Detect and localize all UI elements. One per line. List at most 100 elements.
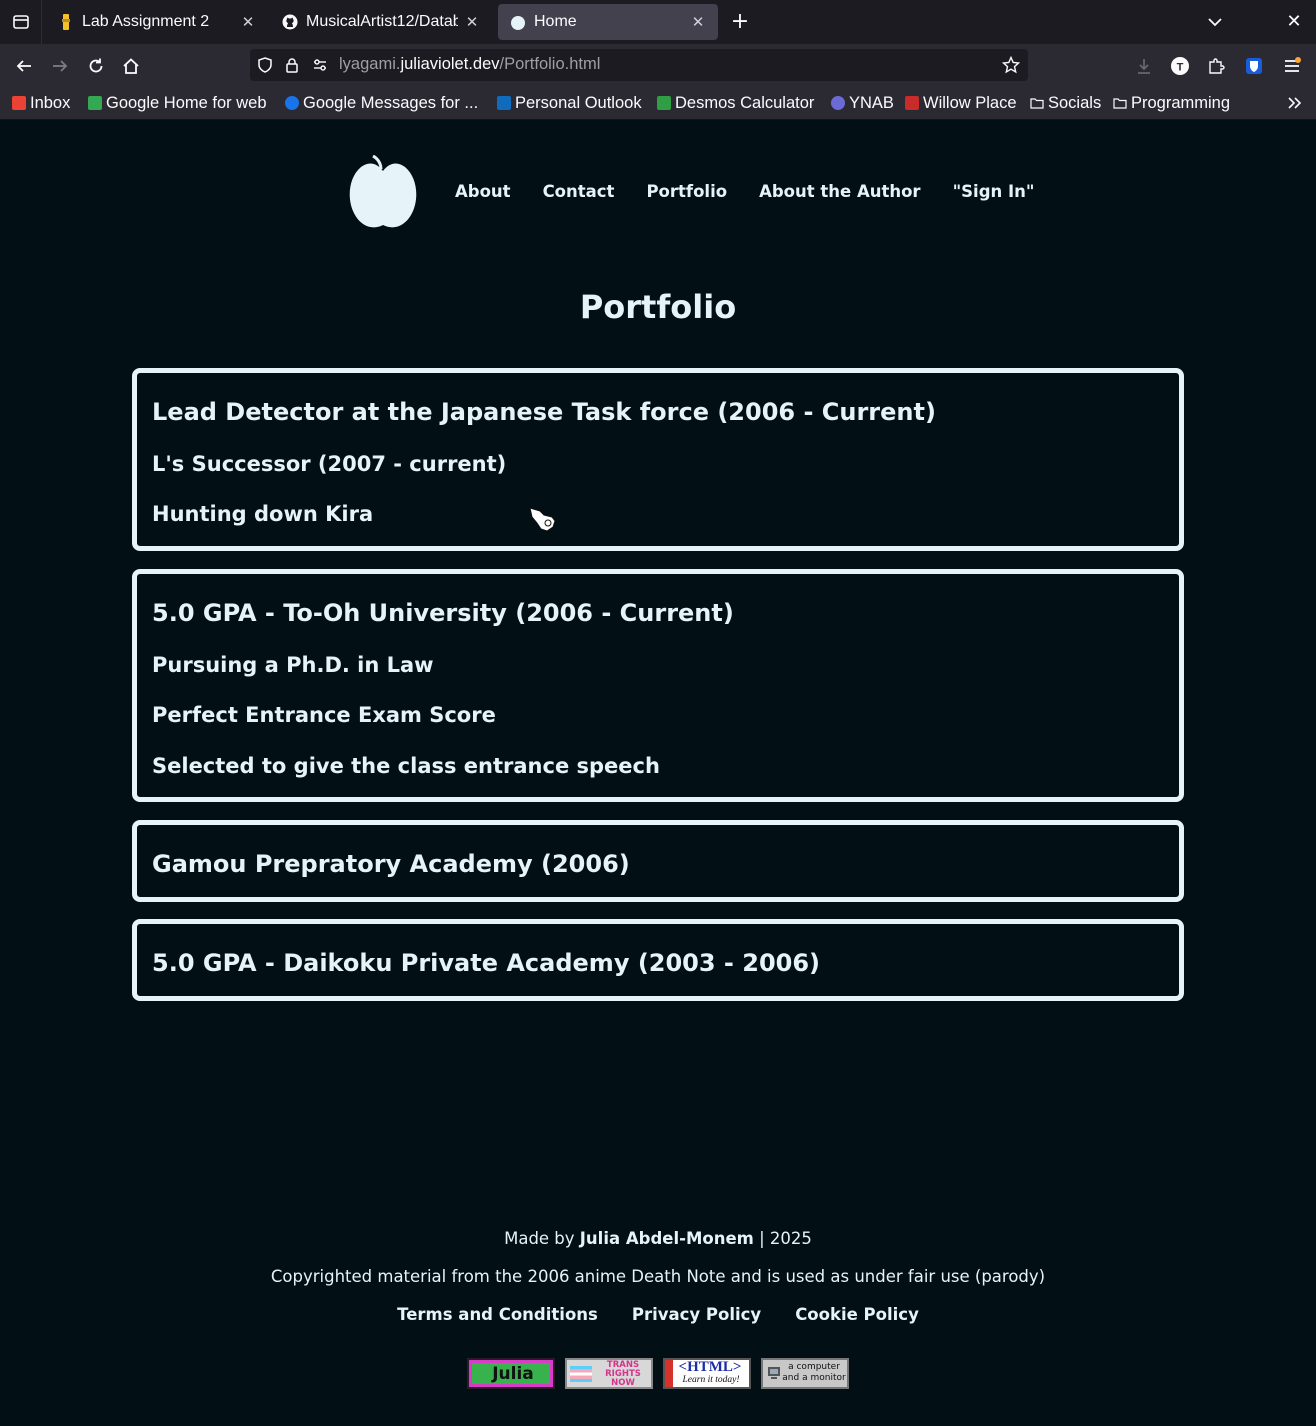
bookmark-inbox[interactable]: Inbox <box>12 93 70 113</box>
downloads-icon[interactable] <box>1132 54 1156 78</box>
badge-text: <HTML> <box>678 1359 742 1375</box>
tab-close-icon[interactable]: ✕ <box>464 13 480 31</box>
portfolio-card: Lead Detector at the Japanese Task force… <box>132 368 1184 551</box>
chevron-down-icon[interactable] <box>1204 12 1226 32</box>
bookmark-label: Programming <box>1131 93 1231 112</box>
portfolio-card: 5.0 GPA - To-Oh University (2006 - Curre… <box>132 569 1184 802</box>
card-item: L's Successor (2007 - current) <box>152 452 507 476</box>
willow-place-icon <box>905 96 919 110</box>
tab-close-icon[interactable]: ✕ <box>690 13 706 31</box>
bookmark-label: Socials <box>1048 93 1102 112</box>
bookmark-label: Google Home for web <box>106 93 267 112</box>
address-bar[interactable]: lyagami.juliaviolet.dev/Portfolio.html <box>250 49 1028 81</box>
tab-close-icon[interactable]: ✕ <box>240 13 256 31</box>
trans-rights-badge[interactable]: TRANS RIGHTS NOW <box>565 1358 653 1389</box>
author-link[interactable]: Julia Abdel-Monem <box>580 1229 754 1248</box>
nav-contact[interactable]: Contact <box>543 182 615 201</box>
card-heading: Gamou Prepratory Academy (2006) <box>152 850 630 878</box>
home-icon <box>123 58 139 74</box>
extensions-puzzle-icon[interactable] <box>1204 54 1228 78</box>
account-avatar-icon[interactable]: T <box>1168 54 1192 78</box>
bookmark-star-icon[interactable] <box>1002 56 1020 74</box>
cookie-link[interactable]: Cookie Policy <box>795 1305 919 1324</box>
back-button[interactable] <box>10 52 38 80</box>
tracking-shield-icon[interactable] <box>256 56 274 74</box>
bookmark-google-messages[interactable]: Google Messages for ... <box>285 93 478 113</box>
legal-links: Terms and Conditions Privacy Policy Cook… <box>0 1305 1316 1324</box>
bookmark-desmos[interactable]: Desmos Calculator <box>657 93 814 113</box>
copyright-notice: Copyrighted material from the 2006 anime… <box>270 1267 1046 1286</box>
gmail-icon <box>12 96 26 110</box>
outlook-icon <box>497 96 511 110</box>
url-text[interactable]: lyagami.juliaviolet.dev/Portfolio.html <box>339 55 600 74</box>
folder-icon <box>1113 98 1127 109</box>
tab-list-icon <box>12 15 29 29</box>
card-item: Selected to give the class entrance spee… <box>152 754 660 778</box>
button-badges: Julia TRANS RIGHTS NOW <HTML> Learn it t… <box>467 1358 849 1389</box>
card-item: Hunting down Kira <box>152 502 374 526</box>
reload-button[interactable] <box>82 52 110 80</box>
url-domain: juliaviolet.dev <box>400 55 500 73</box>
tab-lab-assignment[interactable]: Lab Assignment 2 ✕ <box>46 4 268 40</box>
bookmarks-toolbar: Inbox Google Home for web Google Message… <box>0 86 1316 120</box>
bookmark-label: YNAB <box>849 93 894 112</box>
terms-link[interactable]: Terms and Conditions <box>397 1305 598 1324</box>
privacy-link[interactable]: Privacy Policy <box>632 1305 761 1324</box>
url-path: /Portfolio.html <box>499 55 601 73</box>
permissions-icon[interactable] <box>311 56 329 74</box>
bookmark-folder-socials[interactable]: Socials <box>1030 93 1101 113</box>
bookmark-willow-place[interactable]: Willow Place <box>905 93 1017 113</box>
tab-github[interactable]: MusicalArtist12/Datab ✕ <box>270 4 492 40</box>
card-item: Pursuing a Ph.D. in Law <box>152 653 434 677</box>
window-close-icon[interactable]: ✕ <box>1282 10 1306 34</box>
card-heading: Lead Detector at the Japanese Task force… <box>152 398 936 426</box>
url-prefix: lyagami. <box>339 55 401 73</box>
bookmark-folder-programming[interactable]: Programming <box>1113 93 1230 113</box>
footer-credit: Made by Julia Abdel-Monem | 2025 <box>0 1229 1316 1248</box>
app-menu-icon[interactable] <box>1280 54 1304 78</box>
ynab-icon <box>831 96 845 110</box>
badge-text: Julia <box>492 1364 534 1384</box>
svg-text:T: T <box>1177 62 1184 74</box>
nav-about-the-author[interactable]: About the Author <box>759 182 921 201</box>
reload-icon <box>89 58 103 73</box>
bookmark-outlook[interactable]: Personal Outlook <box>497 93 642 113</box>
apple-logo-icon[interactable] <box>347 155 419 231</box>
lock-icon[interactable] <box>283 56 301 74</box>
forward-button[interactable] <box>46 52 74 80</box>
site-favicon-icon <box>510 14 526 30</box>
bitwarden-icon[interactable] <box>1242 54 1266 78</box>
github-icon <box>282 14 298 30</box>
badge-text: a computer and a monitor <box>782 1362 846 1383</box>
folder-icon <box>1030 98 1044 109</box>
tab-list-button[interactable] <box>0 0 42 44</box>
google-home-icon <box>88 96 102 110</box>
bookmark-label: Inbox <box>30 93 71 112</box>
messages-icon <box>285 96 299 110</box>
new-tab-button[interactable]: + <box>726 8 754 36</box>
badge-text: TRANS RIGHTS NOW <box>605 1360 641 1388</box>
nav-about[interactable]: About <box>455 182 511 201</box>
bookmark-google-home[interactable]: Google Home for web <box>88 93 267 113</box>
tab-label: Home <box>534 13 577 30</box>
julia-badge[interactable]: Julia <box>467 1358 555 1389</box>
tab-label: Lab Assignment 2 <box>82 13 210 30</box>
browser-toolbar: lyagami.juliaviolet.dev/Portfolio.html T <box>0 44 1316 86</box>
bookmark-label: Personal Outlook <box>515 93 642 112</box>
card-item: Perfect Entrance Exam Score <box>152 703 496 727</box>
badge-subtext: Learn it today! <box>682 1375 740 1385</box>
bookmark-label: Willow Place <box>923 93 1017 112</box>
site-navigation: About Contact Portfolio About the Author… <box>455 182 1035 201</box>
nav-portfolio[interactable]: Portfolio <box>646 182 727 201</box>
computer-monitor-badge[interactable]: a computer and a monitor <box>761 1358 849 1389</box>
tab-home[interactable]: Home ✕ <box>498 4 718 40</box>
nav-sign-in[interactable]: "Sign In" <box>953 182 1035 201</box>
card-heading: 5.0 GPA - To-Oh University (2006 - Curre… <box>152 599 734 627</box>
bookmark-ynab[interactable]: YNAB <box>831 93 894 113</box>
computer-icon <box>768 1367 780 1379</box>
home-button[interactable] <box>117 52 145 80</box>
browser-tab-bar: Lab Assignment 2 ✕ MusicalArtist12/Datab… <box>0 0 1316 44</box>
desmos-icon <box>657 96 671 110</box>
chevron-double-right-icon[interactable] <box>1284 94 1306 112</box>
html-badge[interactable]: <HTML> Learn it today! <box>663 1358 751 1389</box>
